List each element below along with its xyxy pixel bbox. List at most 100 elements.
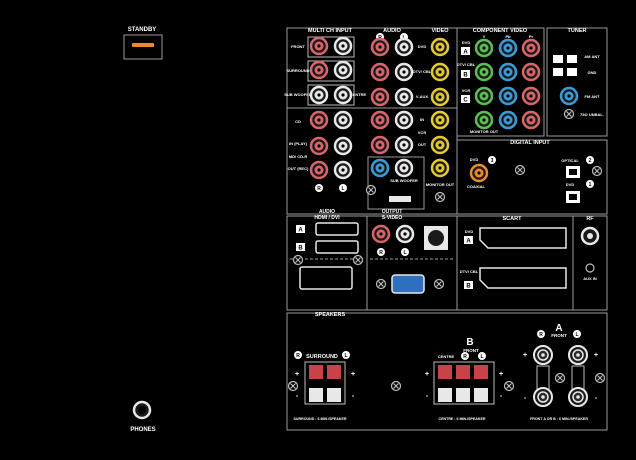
tuner-title: TUNER — [568, 28, 587, 34]
scart-row-dtv: DTV/ CBL — [460, 269, 479, 274]
vaux-video-jack[interactable] — [430, 87, 450, 107]
multi-subwoofer-jack[interactable] — [309, 85, 329, 105]
vaux-audio-l-jack[interactable] — [394, 87, 414, 107]
vcr-in-audio-r-jack[interactable] — [370, 110, 390, 130]
a-minus-left: - — [524, 395, 527, 402]
multi-ch-row-surround: SURROUND — [286, 68, 309, 73]
component-col-pb: Pb — [505, 34, 511, 39]
monitor-out-video-jack[interactable] — [430, 158, 450, 178]
cd-in-l-jack[interactable] — [333, 110, 353, 130]
a-plus-right: + — [594, 352, 598, 359]
aux-in-jack[interactable] — [585, 263, 595, 273]
speaker-a-front-label: FRONT — [551, 333, 567, 338]
dtv-y-jack[interactable] — [474, 62, 494, 82]
dtv-pb-jack[interactable] — [498, 62, 518, 82]
b-front-l-minus-terminal[interactable] — [474, 388, 488, 402]
cd-r-badge: R — [317, 186, 321, 192]
multi-surround-l-jack[interactable] — [333, 60, 353, 80]
surround-plus-left: + — [295, 371, 299, 378]
hdmi-port-b[interactable] — [315, 240, 359, 254]
vcr-y-jack[interactable] — [474, 86, 494, 106]
dtv-video-jack[interactable] — [430, 62, 450, 82]
dvd-pb-jack[interactable] — [498, 38, 518, 58]
md-in-r-jack[interactable] — [309, 136, 329, 156]
dvd-audio-r-jack[interactable] — [370, 37, 390, 57]
dtv-pr-jack[interactable] — [521, 62, 541, 82]
cd-in-r-jack[interactable] — [309, 110, 329, 130]
audio-row-vaux: V-AUX — [416, 94, 429, 99]
fm-antenna-jack[interactable] — [559, 86, 579, 106]
surround-r-plus-terminal[interactable] — [309, 365, 323, 379]
a-front-l-plus-post[interactable] — [568, 345, 588, 365]
monitor-pb-jack[interactable] — [498, 110, 518, 130]
surround-caption: SURROUND : 6 MIN./SPEAKER — [294, 417, 347, 421]
a-front-l-minus-post[interactable] — [568, 387, 588, 407]
monitor-y-jack[interactable] — [474, 110, 494, 130]
hdmi-port-a[interactable] — [315, 222, 359, 236]
subwoofer-out-jack[interactable] — [370, 158, 390, 178]
audio-title: AUDIO — [383, 28, 401, 34]
audio-row-in: IN — [420, 117, 424, 122]
multi-front-r-jack[interactable] — [309, 36, 329, 56]
vcr-pb-jack[interactable] — [498, 86, 518, 106]
hdmi-title: HDMI / DVI — [314, 215, 340, 221]
dtv-audio-r-jack[interactable] — [370, 62, 390, 82]
a-caption: FRONT A OR B : 6 MIN./SPEAKER — [530, 417, 588, 421]
scart-row-dvd: DVD — [465, 229, 474, 234]
scart-title: SCART — [503, 216, 523, 222]
dvd-pr-jack[interactable] — [521, 38, 541, 58]
dvd-y-jack[interactable] — [474, 38, 494, 58]
b-front-l-plus-terminal[interactable] — [474, 365, 488, 379]
component-row-dvd: DVD — [462, 40, 471, 45]
b-front-l-badge: L — [480, 354, 483, 360]
svideo-title: S-VIDEO — [382, 215, 403, 221]
vaux-audio-r-jack[interactable] — [370, 87, 390, 107]
monitor-pr-jack[interactable] — [521, 110, 541, 130]
surround-r-badge: R — [296, 353, 300, 359]
rear-panel-diagram: STANDBY PHONES MULTI CH INPUT AUDIO VIDE… — [123, 27, 608, 433]
dvi-port[interactable] — [299, 266, 353, 290]
md-in-l-jack[interactable] — [333, 136, 353, 156]
dvd-audio-l-jack[interactable] — [394, 37, 414, 57]
multi-surround-r-jack[interactable] — [309, 60, 329, 80]
gnd-terminal[interactable] — [567, 68, 577, 76]
a-front-r-plus-post[interactable] — [533, 345, 553, 365]
surround-l-plus-terminal[interactable] — [327, 365, 341, 379]
scart-port-b[interactable] — [479, 267, 567, 289]
hdmi-badge-b: B — [298, 246, 303, 252]
centre-minus-terminal[interactable] — [438, 388, 452, 402]
scart-port-a[interactable] — [479, 227, 567, 249]
b-front-r-plus-terminal[interactable] — [456, 365, 470, 379]
surround-minus-right: - — [352, 393, 355, 400]
coaxial-input-jack[interactable] — [469, 163, 489, 183]
surround-r-minus-terminal[interactable] — [309, 388, 323, 402]
dvd-video-jack[interactable] — [430, 37, 450, 57]
output-audio-l-jack[interactable] — [395, 224, 415, 244]
standby-indicator — [132, 43, 154, 47]
svideo-output-jack[interactable] — [428, 230, 444, 246]
am-antenna-terminal[interactable] — [567, 55, 577, 63]
b-front-r-minus-terminal[interactable] — [456, 388, 470, 402]
vcr-in-video-jack[interactable] — [430, 110, 450, 130]
vcr-out-video-jack[interactable] — [430, 135, 450, 155]
component-row-vcr: VCR — [462, 88, 471, 93]
output-audio-r-jack[interactable] — [371, 224, 391, 244]
multi-centre-jack[interactable] — [333, 85, 353, 105]
md-out-r-jack[interactable] — [309, 160, 329, 180]
dtv-audio-l-jack[interactable] — [394, 62, 414, 82]
a-front-r-minus-post[interactable] — [533, 387, 553, 407]
multi-front-l-jack[interactable] — [333, 36, 353, 56]
vga-output-port[interactable] — [391, 274, 425, 294]
b-plus-left: + — [425, 371, 429, 378]
audio-row-dvd: DVD — [418, 44, 427, 49]
md-out-l-jack[interactable] — [333, 160, 353, 180]
vcr-pr-jack[interactable] — [521, 86, 541, 106]
surround-plus-right: + — [351, 371, 355, 378]
subwoofer-out-aux-jack[interactable] — [394, 158, 414, 178]
surround-l-minus-terminal[interactable] — [327, 388, 341, 402]
centre-plus-terminal[interactable] — [438, 365, 452, 379]
vcr-out-audio-l-jack[interactable] — [394, 135, 414, 155]
audio-row-dtv: DTV/ CBL — [413, 69, 432, 74]
vcr-out-audio-r-jack[interactable] — [370, 135, 390, 155]
vcr-in-audio-l-jack[interactable] — [394, 110, 414, 130]
